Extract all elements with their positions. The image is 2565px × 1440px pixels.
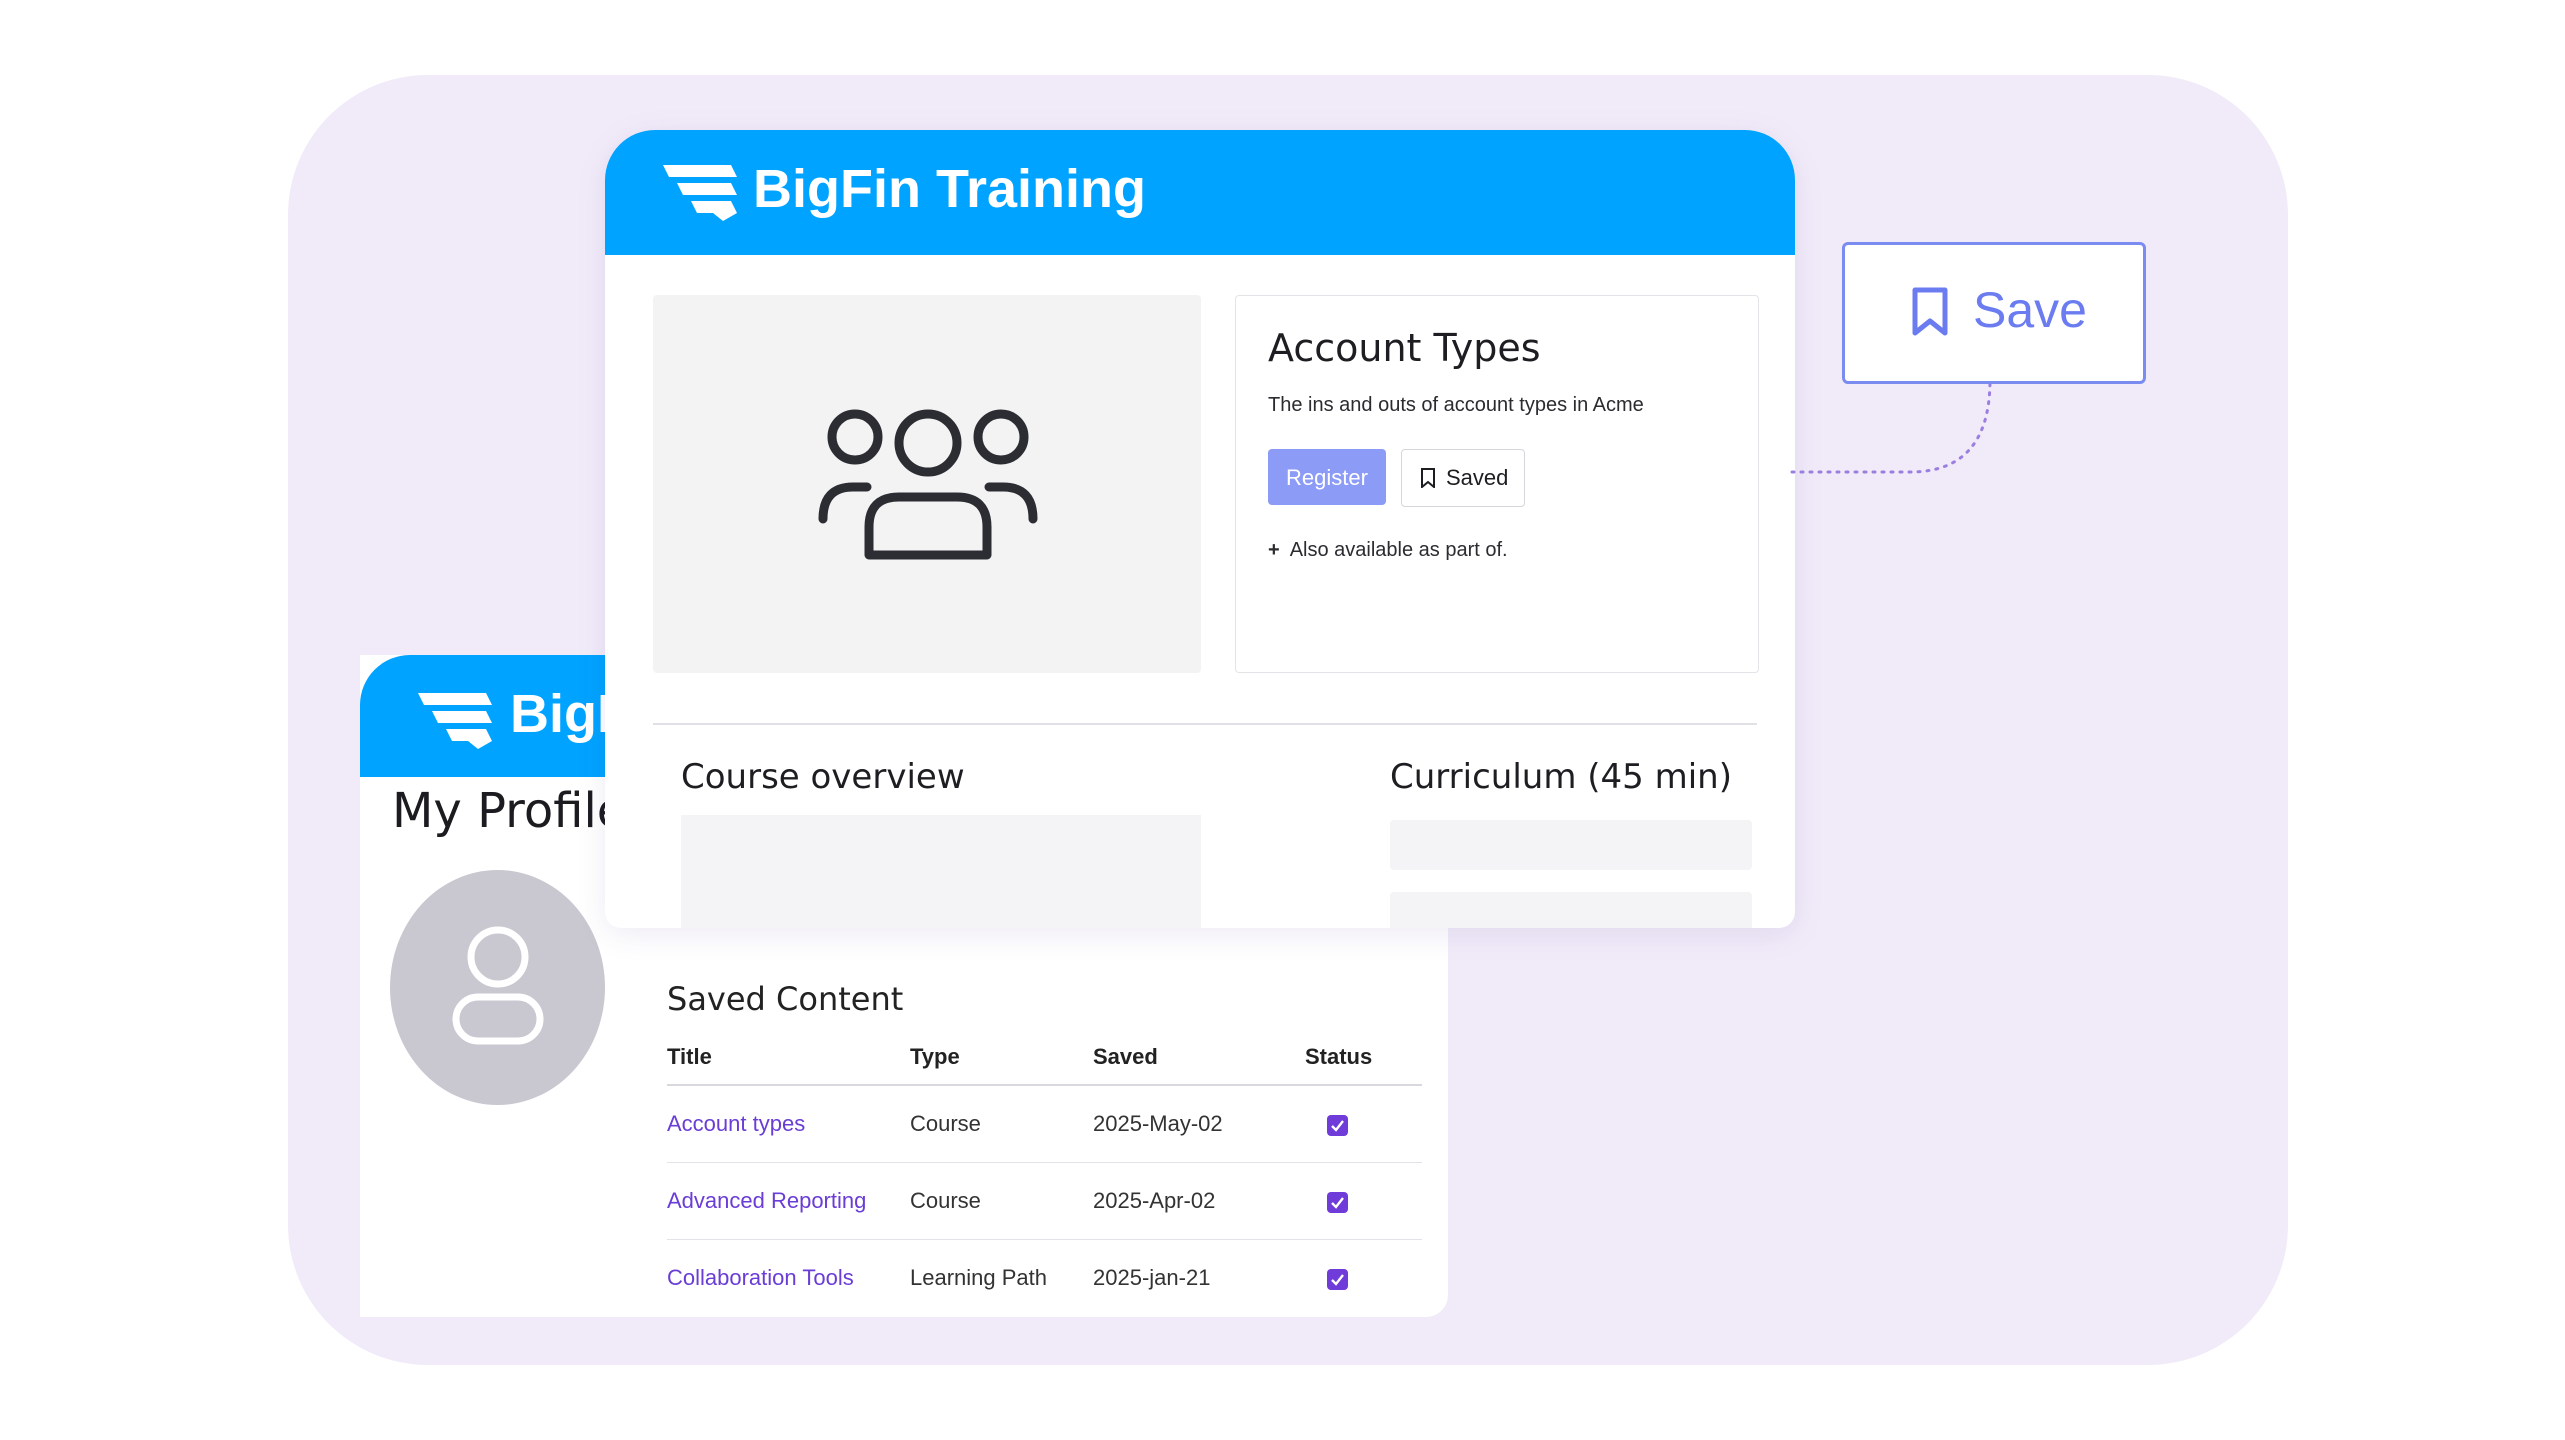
- checkmark-icon: [1331, 1196, 1344, 1209]
- course-description: The ins and outs of account types in Acm…: [1268, 394, 1644, 416]
- row-type: Course: [910, 1085, 1093, 1163]
- bookmark-icon: [1912, 287, 1948, 336]
- users-group-icon: [818, 409, 1038, 560]
- avatar[interactable]: [390, 870, 605, 1105]
- saved-content-table: Title Type Saved Status Account types Co…: [667, 1036, 1422, 1316]
- status-checkbox[interactable]: [1327, 1268, 1348, 1290]
- column-header-status: Status: [1305, 1036, 1422, 1086]
- status-checkbox[interactable]: [1327, 1114, 1348, 1136]
- row-status: [1305, 1162, 1422, 1240]
- table-header-row: Title Type Saved Status: [667, 1036, 1422, 1086]
- course-header: BigFin Training: [605, 130, 1795, 255]
- status-checkbox[interactable]: [1327, 1191, 1348, 1213]
- table-row: Collaboration Tools Learning Path 2025-j…: [667, 1240, 1422, 1317]
- saved-button[interactable]: Saved: [1401, 449, 1525, 507]
- bigfin-logo-icon: [663, 165, 737, 221]
- divider: [653, 723, 1757, 725]
- curriculum-item[interactable]: [1390, 820, 1752, 870]
- row-type: Learning Path: [910, 1265, 1047, 1290]
- row-status: [1305, 1085, 1422, 1163]
- course-overview-placeholder: [681, 815, 1201, 928]
- profile-header: BigF: [360, 655, 620, 777]
- bigfin-logo-icon: [418, 693, 492, 749]
- save-callout-label: Save: [1973, 282, 2087, 338]
- save-callout-button[interactable]: Save: [1842, 242, 2146, 384]
- brand-name: BigFin Training: [753, 159, 1146, 219]
- also-available-link[interactable]: + Also available as part of.: [1268, 539, 1508, 562]
- brand-name: BigF: [510, 684, 620, 744]
- row-saved-date: 2025-Apr-02: [1093, 1162, 1305, 1240]
- table-row: Account types Course 2025-May-02: [667, 1085, 1422, 1163]
- checkmark-icon: [1331, 1273, 1344, 1286]
- saved-content-heading: Saved Content: [667, 980, 904, 1018]
- course-overview-heading: Course overview: [681, 757, 965, 797]
- row-type: Course: [910, 1162, 1093, 1240]
- row-title-link[interactable]: Collaboration Tools: [667, 1240, 910, 1317]
- course-card: BigFin Training Account Types The ins an…: [605, 130, 1795, 928]
- row-status: [1305, 1240, 1422, 1317]
- course-info-box: Account Types The ins and outs of accoun…: [1235, 295, 1759, 673]
- page-title: My Profile: [392, 783, 627, 839]
- column-header-title: Title: [667, 1036, 910, 1086]
- user-icon: [452, 926, 544, 1045]
- row-title-link[interactable]: Advanced Reporting: [667, 1162, 910, 1240]
- table-row: Advanced Reporting Course 2025-Apr-02: [667, 1162, 1422, 1240]
- also-available-label: Also available as part of.: [1289, 539, 1508, 561]
- plus-icon: +: [1268, 539, 1280, 561]
- curriculum-heading: Curriculum (45 min): [1390, 757, 1732, 797]
- curriculum-item[interactable]: [1390, 892, 1752, 928]
- saved-button-label: Saved: [1446, 465, 1509, 490]
- row-saved-date: 2025-May-02: [1093, 1085, 1305, 1163]
- checkmark-icon: [1331, 1119, 1344, 1132]
- course-image: [653, 295, 1201, 673]
- row-title-link[interactable]: Account types: [667, 1085, 910, 1163]
- column-header-type: Type: [910, 1036, 1093, 1086]
- course-title: Account Types: [1268, 326, 1541, 370]
- row-saved-date: 2025-jan-21: [1093, 1265, 1211, 1290]
- column-header-saved: Saved: [1093, 1036, 1305, 1086]
- dotted-connector: [1790, 378, 1992, 474]
- bookmark-icon: [1421, 468, 1435, 488]
- register-button[interactable]: Register: [1268, 449, 1386, 505]
- saved-content-section: Saved Content Title Type Saved Status Ac…: [667, 980, 1422, 1316]
